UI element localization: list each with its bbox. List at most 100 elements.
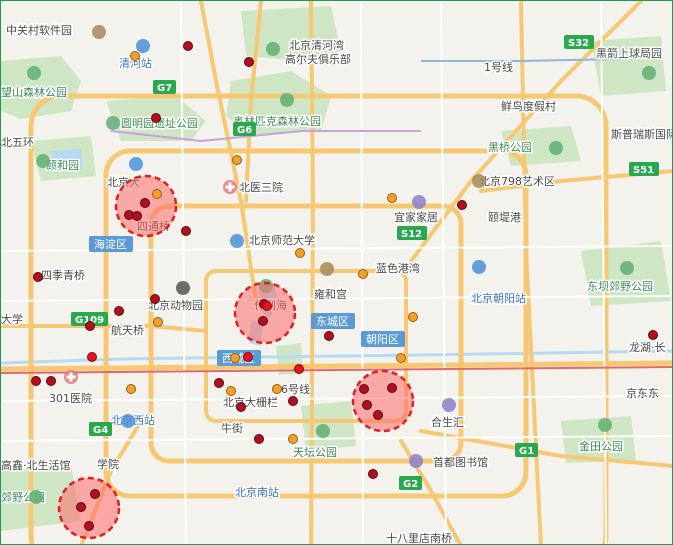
- incident-point-dark[interactable]: [236, 402, 246, 412]
- incident-point-dark[interactable]: [114, 306, 124, 316]
- incident-point-dark[interactable]: [324, 331, 334, 341]
- map-label[interactable]: 四季青桥: [40, 268, 87, 284]
- incident-point-dark[interactable]: [84, 521, 94, 531]
- incident-point-dark[interactable]: [373, 410, 383, 420]
- location-pin-icon-shape: [472, 260, 486, 274]
- incident-point-dark[interactable]: [140, 198, 150, 208]
- incident-point-orange[interactable]: [295, 248, 305, 258]
- shop-icon: [412, 195, 426, 209]
- incident-point-dark[interactable]: [76, 502, 86, 512]
- road-badge: G2: [399, 476, 422, 490]
- landmark-icon: [92, 25, 106, 39]
- incident-point-dark[interactable]: [150, 294, 160, 304]
- incident-point-orange[interactable]: [126, 384, 136, 394]
- district-badge[interactable]: 朝阳区: [361, 331, 405, 347]
- incident-point-dark[interactable]: [648, 330, 658, 340]
- map-label[interactable]: 大学: [1, 311, 25, 328]
- map-canvas[interactable]: 中关村软件园 清河站 北京清河湾 高尔夫俱乐部 黑箭上球局园 望山森林公园 鲜鸟度假村 圆明园…: [0, 0, 673, 545]
- incident-point-red[interactable]: [243, 352, 253, 362]
- incident-point-dark[interactable]: [362, 400, 372, 410]
- hotspot-shichahai-circle[interactable]: [233, 281, 297, 345]
- incident-point-dark[interactable]: [254, 434, 264, 444]
- incident-point-dark[interactable]: [214, 378, 224, 388]
- incident-point-red[interactable]: [87, 352, 97, 362]
- incident-point-dark[interactable]: [359, 384, 369, 394]
- map-label[interactable]: 北京大栅栏: [222, 394, 280, 411]
- map-label[interactable]: 北京清河湾: [288, 37, 346, 54]
- incident-point-orange[interactable]: [396, 353, 406, 363]
- map-label[interactable]: 黑箭上球局园: [595, 45, 664, 62]
- incident-point-dark[interactable]: [90, 489, 100, 499]
- shop-icon: [409, 454, 423, 468]
- map-label[interactable]: 龙湖·长: [628, 340, 668, 356]
- district-badge[interactable]: 海淀区: [89, 236, 133, 252]
- map-label[interactable]: 宜家家居: [393, 209, 440, 226]
- map-label[interactable]: 雍和宫: [313, 286, 349, 303]
- map-label[interactable]: 蓝色港湾: [375, 260, 422, 277]
- incident-point-dark[interactable]: [181, 226, 191, 236]
- incident-point-dark[interactable]: [85, 321, 95, 331]
- map-label[interactable]: 北京朝阳站: [470, 290, 528, 307]
- incident-point-dark[interactable]: [288, 396, 298, 406]
- incident-point-dark[interactable]: [387, 383, 397, 393]
- map-label[interactable]: 中关村软件园: [5, 22, 74, 39]
- map-label[interactable]: 北医三院: [238, 179, 285, 196]
- incident-point-dark[interactable]: [244, 57, 254, 67]
- map-label[interactable]: 北京南站: [234, 484, 281, 501]
- panda-icon: [176, 281, 190, 295]
- incident-point-orange[interactable]: [152, 189, 162, 199]
- incident-point-orange[interactable]: [226, 386, 236, 396]
- incident-point-dark[interactable]: [132, 211, 142, 221]
- map-label[interactable]: 斯普瑞斯国际: [610, 126, 673, 143]
- map-label[interactable]: 金田公园: [578, 438, 625, 455]
- hospital-cross-h: [66, 375, 76, 379]
- minor-road-3: [1, 395, 672, 402]
- incident-point-dark[interactable]: [258, 316, 268, 326]
- map-label[interactable]: 颐和园: [45, 158, 81, 174]
- landmark-icon: [472, 174, 486, 188]
- map-label[interactable]: 北京师范大学: [248, 232, 317, 249]
- map-label[interactable]: 京东东: [625, 385, 661, 402]
- incident-point-orange[interactable]: [153, 317, 163, 327]
- map-label[interactable]: 颐堤港: [487, 210, 523, 226]
- incident-point-orange[interactable]: [288, 434, 298, 444]
- incident-point-orange[interactable]: [408, 312, 418, 322]
- map-label[interactable]: 首都图书馆: [432, 454, 490, 471]
- map-label[interactable]: 黑桥公园: [487, 140, 534, 156]
- incident-point-dark[interactable]: [457, 200, 467, 210]
- incident-point-dark[interactable]: [31, 376, 41, 386]
- incident-point-dark[interactable]: [46, 376, 56, 386]
- map-label[interactable]: 北京798艺术区: [478, 173, 557, 190]
- road-badge: G1: [515, 443, 538, 457]
- map-label[interactable]: 北五环: [1, 135, 36, 151]
- incident-point-dark[interactable]: [33, 272, 43, 282]
- map-label[interactable]: 天坛公园: [292, 445, 339, 461]
- incident-point-dark[interactable]: [368, 469, 378, 479]
- incident-point-orange[interactable]: [387, 193, 397, 203]
- tree-icon: [36, 154, 50, 168]
- park-tiantan: [301, 401, 356, 451]
- incident-point-orange[interactable]: [272, 384, 282, 394]
- incident-point-dark[interactable]: [151, 113, 161, 123]
- map-label[interactable]: 十八里店南桥: [385, 530, 454, 545]
- map-label[interactable]: 高鑫·北生活馆: [1, 457, 72, 474]
- map-label[interactable]: 高尔夫俱乐部: [284, 51, 353, 68]
- incident-point-orange[interactable]: [130, 51, 140, 61]
- incident-point-red[interactable]: [262, 301, 272, 311]
- incident-point-orange[interactable]: [358, 269, 368, 279]
- tree-icon: [642, 66, 656, 80]
- location-pin-icon-shape: [121, 414, 135, 428]
- road-badge: S32: [564, 35, 594, 49]
- district-badge[interactable]: 东城区: [311, 313, 355, 329]
- hotspot-guomao-circle[interactable]: [351, 369, 415, 433]
- incident-point-dark[interactable]: [183, 41, 193, 51]
- incident-point-red[interactable]: [294, 364, 304, 374]
- map-label[interactable]: 合生汇: [430, 414, 466, 431]
- map-label[interactable]: 鲜鸟度假村: [500, 98, 558, 115]
- incident-point-orange[interactable]: [232, 155, 242, 165]
- map-label[interactable]: 301医院: [48, 390, 94, 407]
- map-label[interactable]: 望山森林公园: [1, 84, 69, 101]
- map-label[interactable]: 东坝郊野公园: [586, 278, 655, 295]
- incident-point-orange[interactable]: [230, 353, 240, 363]
- map-label[interactable]: 航天桥: [110, 322, 146, 339]
